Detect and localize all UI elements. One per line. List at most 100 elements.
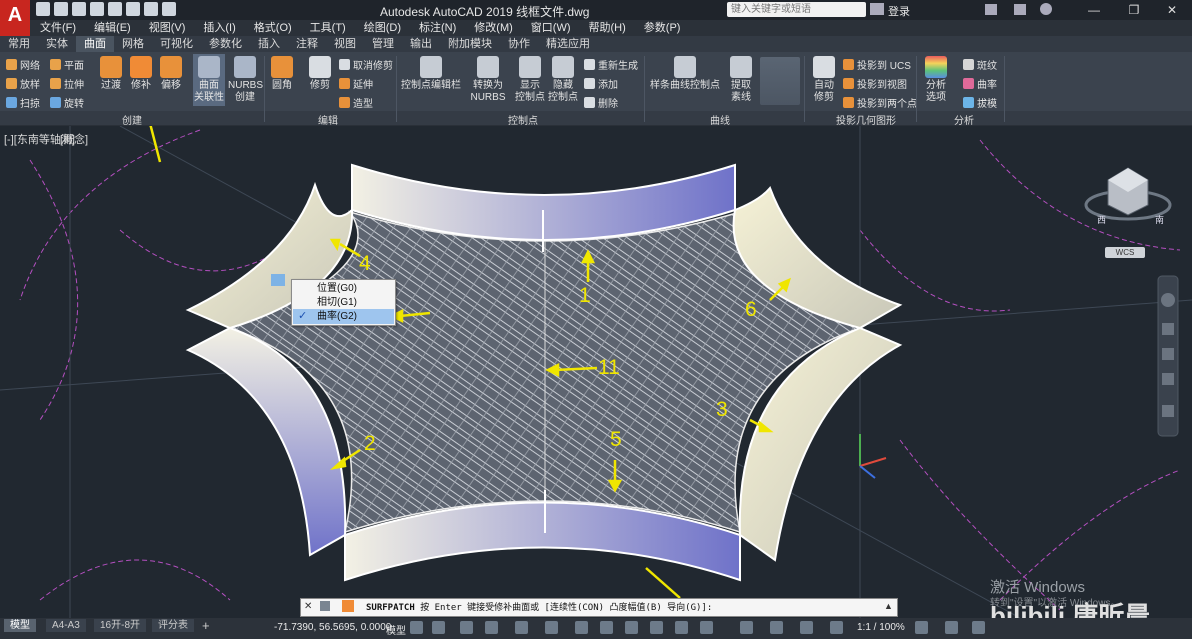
tab-output[interactable]: 输出 [402, 36, 440, 52]
open-icon[interactable] [54, 2, 68, 16]
tab-solid[interactable]: 实体 [38, 36, 76, 52]
menu-modify[interactable]: 修改(M) [474, 20, 513, 36]
menu-edit[interactable]: 编辑(E) [94, 20, 131, 36]
tab-featured-apps[interactable]: 精选应用 [538, 36, 598, 52]
tab-annotate[interactable]: 注释 [288, 36, 326, 52]
menu-dimension[interactable]: 标注(N) [419, 20, 456, 36]
binoculars-icon[interactable] [870, 3, 884, 15]
login-button[interactable]: 登录 [888, 3, 910, 19]
transparency-icon[interactable] [650, 621, 663, 634]
trim-button[interactable]: 修剪 [306, 56, 334, 92]
undo-icon[interactable] [144, 2, 158, 16]
menu-parametric[interactable]: 参数(P) [644, 20, 681, 36]
layout-tab-score-sheet[interactable]: 评分表 [152, 619, 194, 632]
tab-manage[interactable]: 管理 [364, 36, 402, 52]
menu-item-tangent-g1[interactable]: 相切(G1) [293, 295, 394, 310]
tab-surface[interactable]: 曲面 [76, 36, 114, 52]
help-icon[interactable] [1040, 3, 1052, 15]
restore-button[interactable]: ❐ [1114, 0, 1154, 20]
tab-mesh[interactable]: 网格 [114, 36, 152, 52]
tab-visualize[interactable]: 可视化 [152, 36, 201, 52]
tab-parametric[interactable]: 参数化 [201, 36, 250, 52]
sculpt-tool[interactable]: 造型 [339, 95, 373, 110]
untrim-tool[interactable]: 取消修剪 [339, 57, 393, 72]
extend-tool[interactable]: 延伸 [339, 76, 373, 91]
cart-icon[interactable] [985, 4, 997, 15]
annotation-visibility-icon[interactable] [830, 621, 843, 634]
steering-wheel-icon[interactable] [1161, 293, 1175, 307]
tab-collaborate[interactable]: 协作 [500, 36, 538, 52]
dynamic-ucs-icon[interactable] [600, 621, 613, 634]
network-tool[interactable]: 网络 [6, 57, 40, 72]
showmotion-icon[interactable] [1162, 405, 1174, 417]
menu-help[interactable]: 帮助(H) [589, 20, 626, 36]
menu-file[interactable]: 文件(F) [40, 20, 76, 36]
panel-title-edit[interactable]: 编辑 [318, 112, 338, 127]
gizmo-icon[interactable] [700, 621, 713, 634]
tab-view[interactable]: 视图 [326, 36, 364, 52]
wcs-menu-button[interactable]: WCS [1105, 247, 1145, 258]
remove-cv-tool[interactable]: 删除 [584, 95, 618, 110]
add-cv-tool[interactable]: 添加 [584, 76, 618, 91]
fillet-button[interactable]: 圆角 [268, 56, 296, 92]
customize-icon[interactable] [320, 601, 330, 611]
panel-title-control-points[interactable]: 控制点 [508, 112, 538, 127]
redo-icon[interactable] [162, 2, 176, 16]
otrack-icon[interactable] [575, 621, 588, 634]
snap-icon[interactable] [432, 621, 445, 634]
loft-tool[interactable]: 放样 [6, 76, 40, 91]
viewcube[interactable] [1084, 167, 1172, 221]
grid-icon[interactable] [410, 621, 423, 634]
units-icon[interactable] [770, 621, 783, 634]
menu-view[interactable]: 视图(V) [149, 20, 186, 36]
hide-cv-button[interactable]: 隐藏 控制点 [547, 56, 579, 104]
convert-to-nurbs-button[interactable]: 转换为 NURBS [470, 56, 506, 104]
panel-title-analysis[interactable]: 分析 [954, 112, 974, 127]
menu-item-curvature-g2[interactable]: ✓ 曲率(G2) [293, 309, 394, 324]
surface-associativity-button[interactable]: 曲面 关联性 [193, 54, 225, 106]
draft-tool[interactable]: 拔模 [963, 95, 997, 110]
tab-insert[interactable]: 插入 [250, 36, 288, 52]
drawing-viewport[interactable] [0, 126, 1192, 618]
layout-tab-a4-a3[interactable]: A4-A3 [46, 619, 86, 632]
tab-home[interactable]: 常用 [0, 36, 38, 52]
ortho-icon[interactable] [460, 621, 473, 634]
application-menu-button[interactable]: A [0, 0, 30, 36]
spline-cv-button[interactable]: 样条曲线控制点 [650, 56, 720, 92]
analysis-options-button[interactable]: 分析 选项 [922, 56, 950, 104]
extract-isolines-button[interactable]: 提取 素线 [727, 56, 755, 104]
nurbs-creation-button[interactable]: NURBS 创建 [228, 56, 263, 104]
planar-tool[interactable]: 平面 [50, 57, 84, 72]
chevron-up-icon[interactable]: ▲ [884, 601, 893, 611]
auto-trim-button[interactable]: 自动 修剪 [810, 56, 838, 104]
panel-title-curves[interactable]: 曲线 [710, 112, 730, 127]
tab-addins[interactable]: 附加模块 [440, 36, 500, 52]
isolate-objects-icon[interactable] [945, 621, 958, 634]
offset-button[interactable]: 偏移 [158, 56, 184, 92]
layout-tab-model[interactable]: 模型 [4, 619, 36, 632]
print-icon[interactable] [126, 2, 140, 16]
menu-format[interactable]: 格式(O) [254, 20, 292, 36]
close-button[interactable]: ✕ [1152, 0, 1192, 20]
extrude-tool[interactable]: 拉伸 [50, 76, 84, 91]
pan-icon[interactable] [1162, 323, 1174, 335]
project-two-points-tool[interactable]: 投影到两个点 [843, 95, 917, 110]
close-icon[interactable]: ✕ [304, 601, 312, 612]
web-icon[interactable] [108, 2, 122, 16]
polar-icon[interactable] [485, 621, 498, 634]
gear-icon[interactable] [915, 621, 928, 634]
viewport-scale[interactable]: 1:1 / 100% [857, 622, 905, 633]
menu-draw[interactable]: 绘图(D) [364, 20, 401, 36]
3d-osnap-icon[interactable] [545, 621, 558, 634]
osnap-icon[interactable] [515, 621, 528, 634]
menu-item-position-g0[interactable]: 位置(G0) [293, 281, 394, 296]
sweep-tool[interactable]: 扫掠 [6, 95, 40, 110]
blend-button[interactable]: 过渡 [98, 56, 124, 92]
zoom-icon[interactable] [1162, 348, 1174, 360]
save-as-icon[interactable] [90, 2, 104, 16]
revolve-tool[interactable]: 旋转 [50, 95, 84, 110]
annotation-monitor-icon[interactable] [740, 621, 753, 634]
menu-window[interactable]: 窗口(W) [531, 20, 571, 36]
exchange-icon[interactable] [1014, 4, 1026, 15]
curve-tool-grid[interactable] [760, 57, 800, 105]
